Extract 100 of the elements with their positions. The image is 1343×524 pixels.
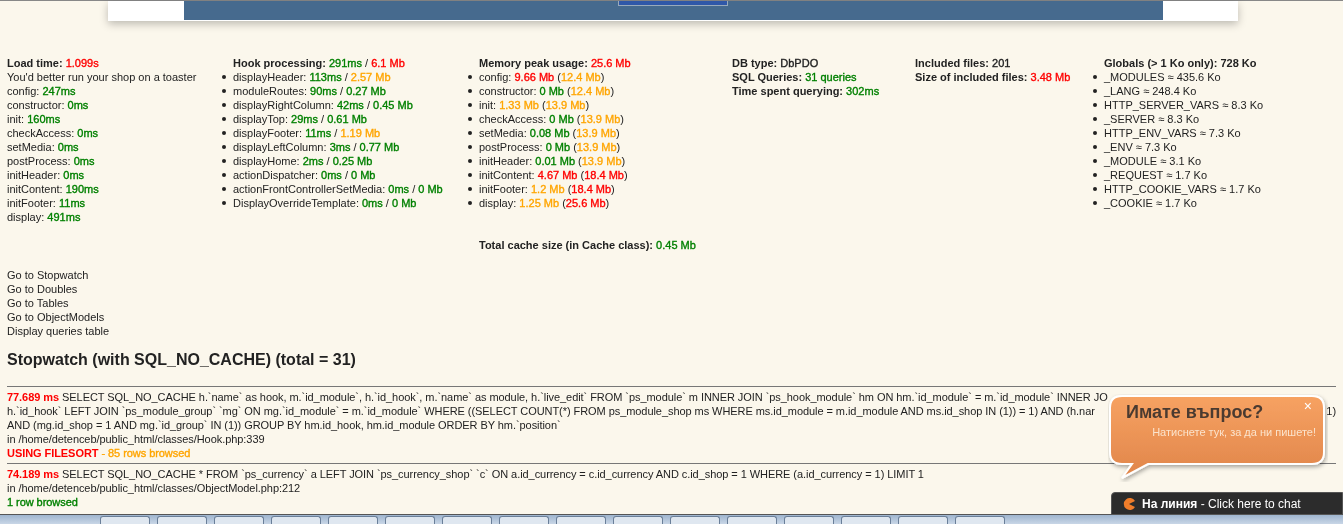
bullet-icon — [468, 75, 472, 79]
stat-line: You'd better run your shop on a toaster — [7, 70, 198, 84]
bullet-icon — [468, 131, 472, 135]
nav-link[interactable]: Go to Stopwatch — [7, 268, 89, 282]
stat-line: displayHome: 2ms / 0.25 Mb — [233, 154, 373, 168]
stat-line: checkAccess: 0ms — [7, 126, 100, 140]
stat-line: initContent: 4.67 Mb (18.4 Mb) — [479, 168, 628, 182]
stat-line: _REQUEST ≈ 1.7 Ko — [1104, 168, 1208, 182]
taskbar-button[interactable] — [214, 516, 264, 524]
taskbar-button[interactable] — [271, 516, 321, 524]
stat-line: initFooter: 11ms — [7, 196, 87, 210]
stat-heading: Load time: 1.099s — [7, 56, 100, 70]
query-text: 74.189 ms SELECT SQL_NO_CACHE * FROM `ps_currency` a LEFT JOIN `ps_currency_shop` `c` ON a.id_currency = c.id_currency AND c.id_shop = 1 WHERE (a.id_currency = 1) LIMIT 1 — [7, 467, 924, 481]
bullet-icon — [222, 103, 226, 107]
stat-line: displayHeader: 113ms / 2.57 Mb — [233, 70, 391, 84]
query-text: 1) — [1326, 404, 1336, 418]
taskbar-button[interactable] — [613, 516, 663, 524]
bullet-icon — [468, 173, 472, 177]
chat-bar[interactable]: На линия - Click here to chat — [1111, 492, 1343, 515]
taskbar-button[interactable] — [442, 516, 492, 524]
chat-subtitle: Натиснете тук, за да ни пишете! — [1152, 426, 1316, 438]
stat-line: setMedia: 0ms — [7, 140, 80, 154]
stat-line: _MODULE ≈ 3.1 Ko — [1104, 154, 1202, 168]
bullet-icon — [222, 89, 226, 93]
taskbar-button[interactable] — [556, 516, 606, 524]
taskbar-button[interactable] — [784, 516, 834, 524]
stat-line: initHeader: 0.01 Mb (13.9 Mb) — [479, 154, 626, 168]
bullet-icon — [1093, 187, 1097, 191]
stat-line: actionDispatcher: 0ms / 0 Mb — [233, 168, 376, 182]
stat-line: displayFooter: 11ms / 1.19 Mb — [233, 126, 381, 140]
bullet-icon — [1093, 159, 1097, 163]
bullet-icon — [222, 159, 226, 163]
stat-line: displayRightColumn: 42ms / 0.45 Mb — [233, 98, 413, 112]
stat-line: _SERVER ≈ 8.3 Ko — [1104, 112, 1200, 126]
stat-line: setMedia: 0.08 Mb (13.9 Mb) — [479, 126, 620, 140]
stat-heading: Time spent querying: 302ms — [732, 84, 881, 98]
stat-line: actionFrontControllerSetMedia: 0ms / 0 Mb — [233, 182, 443, 196]
bullet-icon — [1093, 117, 1097, 121]
bullet-icon — [1093, 89, 1097, 93]
query-status: USING FILESORT - 85 rows browsed — [7, 446, 191, 460]
bullet-icon — [1093, 145, 1097, 149]
taskbar-button[interactable] — [670, 516, 720, 524]
taskbar-button[interactable] — [898, 516, 948, 524]
header-tab[interactable] — [618, 1, 728, 6]
status-icon — [1122, 496, 1136, 511]
taskbar-button[interactable] — [727, 516, 777, 524]
bullet-icon — [468, 187, 472, 191]
query-text: h.`id_hook` LEFT JOIN `ps_module_group` `mg` ON mg.`id_module` = m.`id_module` WHERE ((SELECT COUNT(*) FROM ps_module_shop ms WHERE ms.id_module = m.id_module AND ms.id_shop IN (1)) = 1) AND (h.nar — [7, 404, 1095, 418]
stat-line: init: 1.33 Mb (13.9 Mb) — [479, 98, 590, 112]
stat-heading: Total cache size (in Cache class): 0.45 Mb — [478, 238, 697, 252]
stat-line: HTTP_COOKIE_VARS ≈ 1.7 Ko — [1104, 182, 1261, 196]
nav-link[interactable]: Go to Tables — [7, 296, 69, 310]
stat-line: initContent: 190ms — [7, 182, 100, 196]
bullet-icon — [468, 117, 472, 121]
taskbar-button[interactable] — [955, 516, 1005, 524]
taskbar-button[interactable] — [157, 516, 207, 524]
taskbar-button[interactable] — [100, 516, 150, 524]
stat-line: moduleRoutes: 90ms / 0.27 Mb — [233, 84, 386, 98]
stat-line: config: 247ms — [7, 84, 77, 98]
bullet-icon — [468, 89, 472, 93]
chat-bubble[interactable]: Имате въпрос? Натиснете тук, за да ни пишете! × — [1108, 394, 1328, 482]
bullet-icon — [222, 173, 226, 177]
stat-line: initFooter: 1.2 Mb (18.4 Mb) — [479, 182, 615, 196]
taskbar-button[interactable] — [841, 516, 891, 524]
bullet-icon — [222, 75, 226, 79]
stat-line: checkAccess: 0 Mb (13.9 Mb) — [479, 112, 624, 126]
stat-line: config: 9.66 Mb (12.4 Mb) — [479, 70, 605, 84]
nav-link[interactable]: Go to Doubles — [7, 282, 78, 296]
bullet-icon — [468, 145, 472, 149]
query-text: 77.689 ms SELECT SQL_NO_CACHE h.`name` as hook, m.`id_module`, h.`id_hook`, m.`name` as module, h.`live_edit` FROM `ps_module` m INNER JOIN `ps_hook_module` hm ON hm.`id_module` = m.`id_module` INNER JO — [7, 390, 1108, 404]
stat-line: displayLeftColumn: 3ms / 0.77 Mb — [233, 140, 400, 154]
nav-link[interactable]: Go to ObjectModels — [7, 310, 105, 324]
stat-line: _LANG ≈ 248.4 Ko — [1104, 84, 1197, 98]
bullet-icon — [1093, 173, 1097, 177]
query-status: 1 row browsed — [7, 495, 78, 509]
stat-line: display: 491ms — [7, 210, 82, 224]
file-path: in /home/detenceb/public_html/classes/Hook.php:339 — [7, 432, 265, 446]
nav-link[interactable]: Display queries table — [7, 324, 110, 338]
stat-line: _MODULES ≈ 435.6 Ko — [1104, 70, 1221, 84]
stat-heading: SQL Queries: 31 queries — [732, 70, 858, 84]
bullet-icon — [222, 131, 226, 135]
stat-line: _ENV ≈ 7.3 Ko — [1104, 140, 1177, 154]
stat-line: postProcess: 0 Mb (13.9 Mb) — [479, 140, 621, 154]
bullet-icon — [468, 201, 472, 205]
bullet-icon — [222, 145, 226, 149]
taskbar-button[interactable] — [499, 516, 549, 524]
stat-line: DisplayOverrideTemplate: 0ms / 0 Mb — [233, 196, 417, 210]
stat-line: init: 160ms — [7, 112, 62, 126]
stat-line: HTTP_ENV_VARS ≈ 7.3 Ko — [1104, 126, 1241, 140]
stat-line: initHeader: 0ms — [7, 168, 86, 182]
taskbar-button[interactable] — [328, 516, 378, 524]
stat-line: displayTop: 29ms / 0.61 Mb — [233, 112, 367, 126]
section-title: Stopwatch (with SQL_NO_CACHE) (total = 31) — [7, 350, 357, 370]
bullet-icon — [1093, 103, 1097, 107]
taskbar-button[interactable] — [385, 516, 435, 524]
bullet-icon — [1093, 75, 1097, 79]
stat-line: display: 1.25 Mb (25.6 Mb) — [479, 196, 610, 210]
stat-heading: Size of included files: 3.48 Mb — [915, 70, 1072, 84]
bullet-icon — [222, 201, 226, 205]
stat-heading: Globals (> 1 Ko only): 728 Ko — [1103, 56, 1258, 70]
